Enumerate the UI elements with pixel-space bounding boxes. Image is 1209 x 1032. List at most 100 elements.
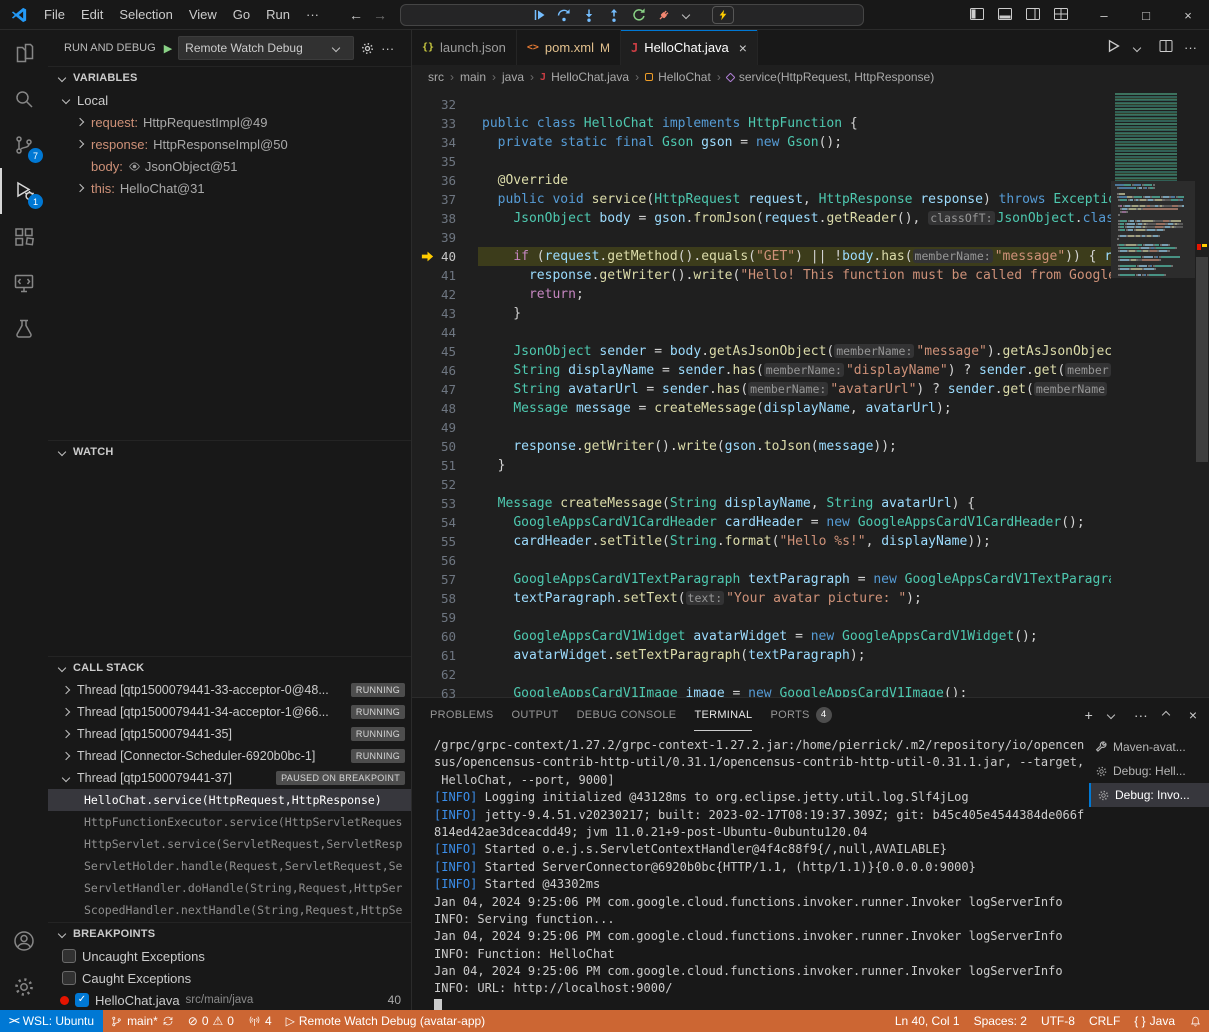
gutter-line[interactable]: 40 — [412, 247, 478, 266]
terminal-list-item[interactable]: Debug: Hell... — [1089, 759, 1209, 783]
callstack-thread-row[interactable]: Thread [qtp1500079441-35]RUNNING — [48, 723, 411, 745]
activitybar-run-debug[interactable]: 1 — [0, 168, 48, 214]
breadcrumb-item[interactable]: java — [502, 70, 524, 84]
callstack-frame-row[interactable]: ScopedHandler.nextHandle(String,Request,… — [48, 899, 411, 921]
close-icon[interactable]: × — [739, 40, 747, 56]
debug-gear-icon[interactable] — [360, 41, 375, 56]
breakpoint-row[interactable]: ✓HelloChat.javasrc/main/java40 — [48, 989, 411, 1010]
debug-continue-button[interactable] — [530, 6, 548, 24]
toggle-panel-icon[interactable] — [997, 6, 1013, 25]
gutter-line[interactable]: 57 — [412, 570, 478, 589]
breadcrumb-item[interactable]: main — [460, 70, 486, 84]
gutter-line[interactable]: 53 — [412, 494, 478, 513]
gutter-line[interactable]: 41 — [412, 266, 478, 285]
close-panel-icon[interactable]: × — [1189, 707, 1197, 723]
remote-indicator[interactable]: >< WSL: Ubuntu — [0, 1010, 103, 1032]
menu-item-view[interactable]: View — [181, 0, 225, 30]
forward-button[interactable]: → — [373, 7, 387, 23]
debug-step-out-button[interactable] — [605, 6, 623, 24]
tab-launch.json[interactable]: {}launch.json — [412, 30, 517, 65]
code-editor[interactable]: 3233343536373839404142434445464748495051… — [412, 89, 1209, 697]
debug-config-select[interactable]: Remote Watch Debug — [178, 36, 354, 60]
menu-item-edit[interactable]: Edit — [73, 0, 111, 30]
gutter-line[interactable]: 50 — [412, 437, 478, 456]
activitybar-account[interactable] — [0, 918, 48, 964]
gutter-line[interactable]: 58 — [412, 589, 478, 608]
toggle-secondary-sidebar-icon[interactable] — [1025, 6, 1041, 25]
callstack-thread-row[interactable]: Thread [Connector-Scheduler-6920b0bc-1]R… — [48, 745, 411, 767]
gutter-line[interactable]: 43 — [412, 304, 478, 323]
gutter-line[interactable]: 34 — [412, 133, 478, 152]
activitybar-search[interactable] — [0, 76, 48, 122]
toggle-sidebar-icon[interactable] — [969, 6, 985, 25]
gutter-line[interactable]: 62 — [412, 665, 478, 684]
gutter-line[interactable]: 33 — [412, 114, 478, 133]
gutter-line[interactable]: 56 — [412, 551, 478, 570]
cursor-position[interactable]: Ln 40, Col 1 — [888, 1010, 967, 1032]
gutter-line[interactable]: 47 — [412, 380, 478, 399]
terminal-output[interactable]: /grpc/grpc-context/1.27.2/grpc-context-1… — [412, 731, 1089, 1010]
callstack-frame-row[interactable]: HttpFunctionExecutor.service(HttpServlet… — [48, 811, 411, 833]
terminal-list-item[interactable]: Maven-avat... — [1089, 735, 1209, 759]
gutter-line[interactable]: 60 — [412, 627, 478, 646]
breadcrumb-item[interactable]: service(HttpRequest, HttpResponse) — [727, 70, 934, 84]
variable-row[interactable]: body:JsonObject@51 — [48, 155, 411, 177]
maximize-panel-icon[interactable] — [1162, 710, 1170, 718]
debug-step-over-button[interactable] — [555, 6, 573, 24]
callstack-frame-row[interactable]: ServletHandler.doHandle(String,Request,H… — [48, 877, 411, 899]
callstack-thread-row[interactable]: Thread [qtp1500079441-34-acceptor-1@66..… — [48, 701, 411, 723]
gutter-line[interactable]: 44 — [412, 323, 478, 342]
gutter-line[interactable]: 51 — [412, 456, 478, 475]
breakpoints-section-header[interactable]: BREAKPOINTS — [48, 923, 411, 945]
breadcrumb-item[interactable]: src — [428, 70, 444, 84]
start-debugging-button[interactable]: ▶ — [164, 42, 172, 55]
gutter-line[interactable]: 48 — [412, 399, 478, 418]
menu-item-run[interactable]: Run — [258, 0, 298, 30]
debug-disconnect-button[interactable] — [655, 6, 673, 24]
minimap-viewport[interactable] — [1111, 181, 1195, 278]
run-java-button[interactable] — [1105, 38, 1121, 57]
gutter-line[interactable]: 61 — [412, 646, 478, 665]
chevron-down-icon[interactable] — [1107, 710, 1115, 718]
menu-item-file[interactable]: File — [36, 0, 73, 30]
breadcrumb-item[interactable]: HelloChat — [645, 70, 711, 84]
variables-section-header[interactable]: VARIABLES — [48, 67, 411, 89]
callstack-frame-row[interactable]: HelloChat.service(HttpRequest,HttpRespon… — [48, 789, 411, 811]
maximize-button[interactable]: □ — [1125, 0, 1167, 30]
close-button[interactable]: × — [1167, 0, 1209, 30]
tab-hellochat.java[interactable]: JHelloChat.java× — [621, 30, 758, 65]
gutter-line[interactable]: 36 — [412, 171, 478, 190]
breakpoint-row[interactable]: Uncaught Exceptions — [48, 945, 411, 967]
chevron-down-icon[interactable] — [1133, 43, 1141, 51]
breakpoint-checkbox[interactable] — [62, 971, 76, 985]
scrollbar-thumb[interactable] — [1196, 257, 1208, 462]
activitybar-explorer[interactable] — [0, 30, 48, 76]
minimize-button[interactable]: – — [1083, 0, 1125, 30]
gutter-line[interactable]: 54 — [412, 513, 478, 532]
variable-row[interactable]: this:HelloChat@31 — [48, 177, 411, 199]
menu-item-more[interactable]: ··· — [298, 0, 327, 30]
ports-indicator[interactable]: 4 — [241, 1010, 279, 1032]
minimap[interactable] — [1111, 89, 1195, 697]
call-stack-section-header[interactable]: CALL STACK — [48, 657, 411, 679]
lazy-eval-eye-icon[interactable] — [128, 161, 141, 172]
callstack-thread-row[interactable]: Thread [qtp1500079441-37]PAUSED ON BREAK… — [48, 767, 411, 789]
activitybar-extensions[interactable] — [0, 214, 48, 260]
debug-restart-button[interactable] — [630, 6, 648, 24]
encoding-setting[interactable]: UTF-8 — [1034, 1010, 1082, 1032]
callstack-frame-row[interactable]: HttpServlet.service(ServletRequest,Servl… — [48, 833, 411, 855]
new-terminal-button[interactable]: + — [1085, 707, 1093, 723]
indentation-setting[interactable]: Spaces: 2 — [967, 1010, 1034, 1032]
terminal-list-item[interactable]: Debug: Invo... — [1089, 783, 1209, 807]
gutter-line[interactable]: 45 — [412, 342, 478, 361]
gutter-line[interactable]: 55 — [412, 532, 478, 551]
panel-tab-ports[interactable]: PORTS4 — [770, 698, 831, 731]
callstack-thread-row[interactable]: Thread [qtp1500079441-33-acceptor-0@48..… — [48, 679, 411, 701]
gutter-line[interactable]: 39 — [412, 228, 478, 247]
back-button[interactable]: ← — [349, 7, 363, 23]
hot-code-replace-button[interactable] — [712, 6, 734, 24]
gutter-line[interactable]: 38 — [412, 209, 478, 228]
panel-tab-output[interactable]: OUTPUT — [512, 698, 559, 731]
breakpoint-checkbox[interactable]: ✓ — [75, 993, 89, 1007]
views-more-actions-icon[interactable]: ··· — [381, 41, 394, 56]
